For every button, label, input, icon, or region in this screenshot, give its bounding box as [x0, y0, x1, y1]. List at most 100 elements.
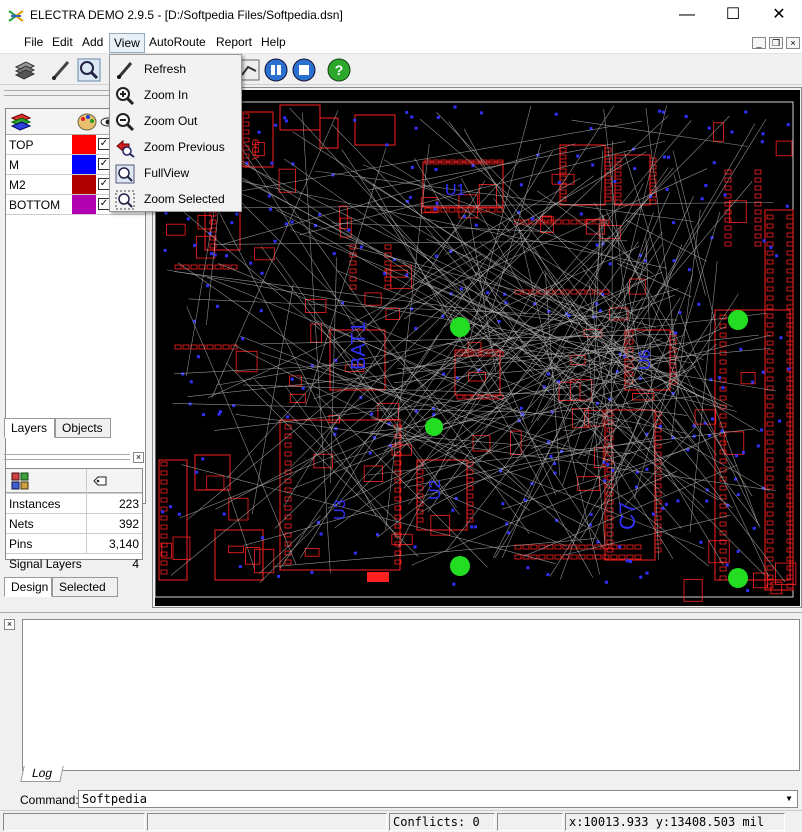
pcb-pad [766, 367, 774, 373]
pcb-pad [766, 259, 774, 265]
tab-selected[interactable]: Selected [52, 577, 118, 597]
pcb-pad [416, 477, 424, 483]
pcb-via [721, 386, 725, 390]
zoom-tool-icon[interactable] [76, 57, 102, 83]
pcb-drawing[interactable]: BAT1 U1 U2 U3 U6 C7 VDD [155, 90, 800, 606]
autoroute-start-icon[interactable] [263, 57, 289, 83]
layer-color-swatch[interactable] [72, 195, 96, 214]
layer-color-swatch[interactable] [72, 175, 96, 194]
brush-tool-icon[interactable] [48, 57, 74, 83]
conflict-marker[interactable] [425, 418, 443, 436]
layer-color-swatch[interactable] [72, 135, 96, 154]
conflict-marker[interactable] [728, 310, 748, 330]
chevron-down-icon[interactable]: ▼ [783, 793, 795, 805]
menu-file[interactable]: File [20, 35, 47, 49]
conflict-marker[interactable] [728, 568, 748, 588]
pcb-via [725, 563, 729, 567]
menu-item-label: Zoom Out [144, 114, 198, 128]
menu-edit[interactable]: Edit [48, 35, 77, 49]
status-cell-blank [3, 813, 145, 831]
pcb-via [433, 207, 437, 211]
pcb-via [744, 110, 748, 114]
minimize-button[interactable]: — [664, 0, 710, 30]
electra-logo-icon [8, 10, 24, 22]
pcb-pad [578, 544, 586, 550]
pcb-pad [719, 557, 727, 563]
pcb-pad [174, 264, 182, 270]
pcb-pad [719, 485, 727, 491]
pcb-via [222, 512, 226, 516]
menu-item-label: FullView [144, 166, 190, 180]
pcb-via [405, 110, 409, 114]
ratsnest-line [674, 418, 760, 526]
mdi-close-button[interactable]: × [786, 37, 800, 49]
conflict-marker[interactable] [450, 556, 470, 576]
pcb-via [554, 112, 558, 116]
pcb-via [375, 533, 379, 537]
mdi-minimize-button[interactable]: _ [752, 37, 766, 49]
menu-item-zoom-previous[interactable]: Zoom Previous [111, 134, 241, 160]
pcb-pad [766, 457, 774, 463]
pcb-pad [514, 554, 522, 560]
pcb-pad [654, 515, 662, 521]
pcb-pad [384, 276, 392, 282]
conflict-marker[interactable] [450, 317, 470, 337]
pcb-pad [719, 503, 727, 509]
maximize-button[interactable]: ☐ [710, 0, 756, 30]
pcb-via [452, 582, 456, 586]
stats-close-button[interactable]: × [133, 452, 144, 463]
pcb-via [196, 355, 200, 359]
menu-item-refresh[interactable]: Refresh [111, 56, 241, 82]
tab-layers[interactable]: Layers [4, 418, 55, 438]
pcb-via [414, 126, 418, 130]
stat-row-instances: Instances 223 [6, 493, 142, 514]
pcb-pad [604, 182, 612, 188]
menu-add[interactable]: Add [78, 35, 107, 49]
stats-grip[interactable] [4, 454, 130, 460]
menu-help[interactable]: Help [257, 35, 290, 49]
menu-view[interactable]: View [109, 33, 145, 53]
pcb-canvas[interactable]: BAT1 U1 U2 U3 U6 C7 VDD [155, 90, 800, 606]
layers-tool-icon[interactable] [12, 57, 38, 83]
pcb-pad [384, 284, 392, 290]
tab-objects[interactable]: Objects [55, 418, 111, 438]
command-input[interactable]: Softpedia ▼ [78, 790, 798, 808]
pcb-pad [554, 554, 562, 560]
pcb-via [762, 239, 766, 243]
pcb-pad [160, 560, 168, 566]
menu-item-zoom-out[interactable]: Zoom Out [111, 108, 241, 134]
menu-report[interactable]: Report [212, 35, 256, 49]
ratsnest-line [401, 334, 583, 370]
autoroute-stop-icon[interactable] [291, 57, 317, 83]
ratsnest-line [492, 344, 777, 392]
help-icon[interactable]: ? [326, 57, 352, 83]
pcb-via [332, 252, 336, 256]
menu-item-zoom-in[interactable]: Zoom In [111, 82, 241, 108]
pcb-pad [222, 344, 230, 350]
pcb-pad [766, 358, 774, 364]
pcb-pad [160, 479, 168, 485]
layer-name: M2 [9, 178, 26, 192]
pcb-via [628, 560, 632, 564]
menu-item-fullview[interactable]: FullView [111, 160, 241, 186]
tab-log[interactable]: Log [20, 766, 64, 782]
tab-design[interactable]: Design [4, 577, 52, 597]
pcb-pad [284, 451, 292, 457]
menu-item-zoom-selected[interactable]: Zoom Selected [111, 186, 241, 212]
ratsnest-line [601, 181, 753, 360]
pcb-pad [766, 241, 774, 247]
pcb-via [434, 168, 438, 172]
stat-row-signal-layers: Signal Layers 4 [6, 553, 142, 571]
pcb-via [273, 239, 277, 243]
layer-color-swatch[interactable] [72, 155, 96, 174]
mdi-restore-button[interactable]: ❐ [769, 37, 783, 49]
pcb-pad [766, 304, 774, 310]
stats-column-divider [86, 534, 87, 554]
log-close-button[interactable]: × [4, 619, 15, 630]
ratsnest-line [260, 352, 587, 457]
log-output[interactable] [22, 619, 800, 771]
ratsnest-line [461, 279, 557, 496]
stat-label: Pins [9, 537, 33, 551]
menu-autoroute[interactable]: AutoRoute [145, 35, 210, 49]
close-button[interactable]: ✕ [756, 0, 802, 30]
